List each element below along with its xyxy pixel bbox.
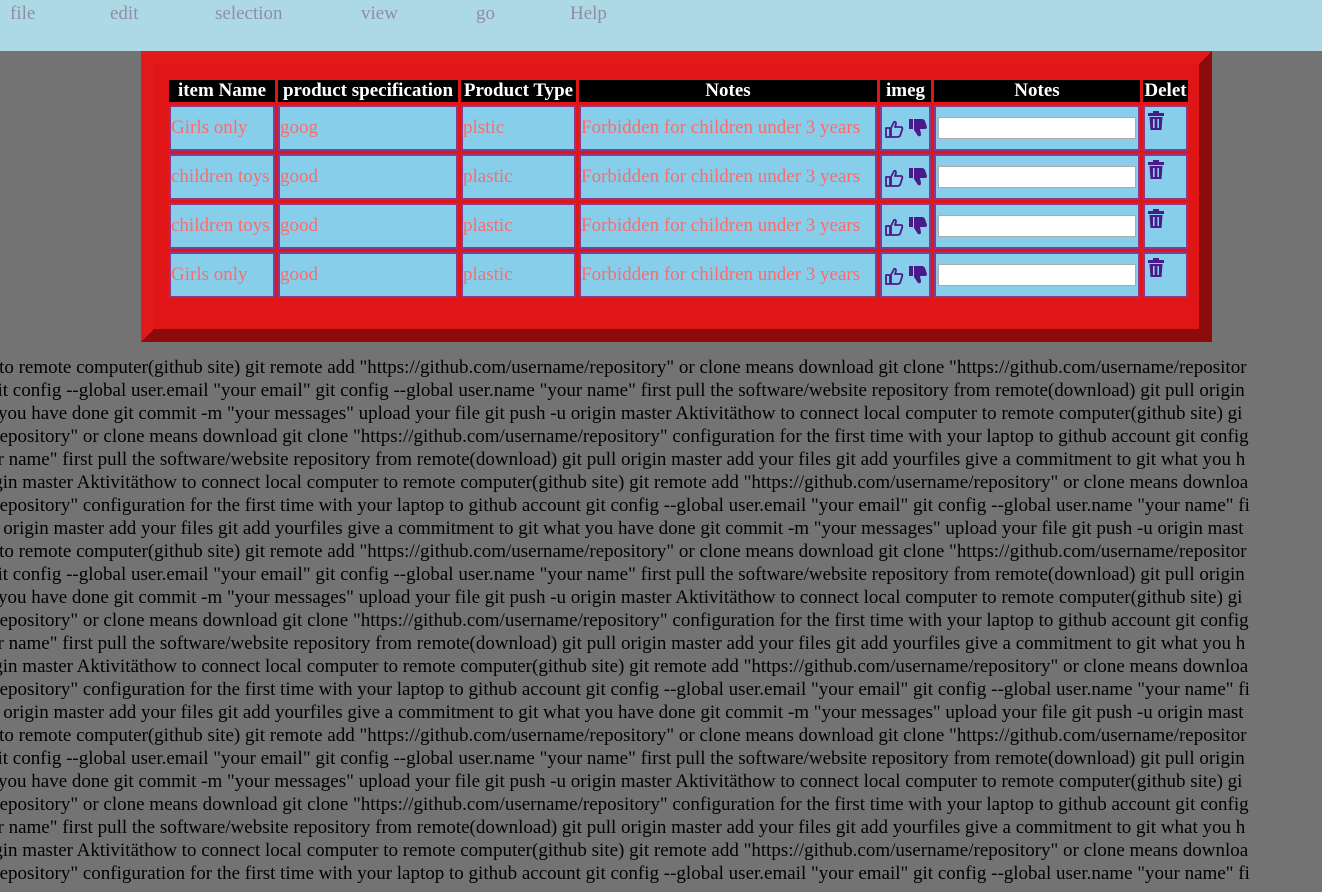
cell-product-specification: good — [278, 252, 458, 298]
body-text-line: /repository" or clone means download git… — [0, 610, 1249, 631]
body-text-line: r to remote computer(github site) git re… — [0, 357, 1247, 378]
body-text-line: r to remote computer(github site) git re… — [0, 541, 1247, 562]
body-text-line: ll origin master add your files git add … — [0, 702, 1244, 723]
product-table: item Name product specification Product … — [166, 77, 1191, 301]
body-text-line: ur name" first pull the software/website… — [0, 633, 1246, 654]
body-text-line: git config --global user.email "your ema… — [0, 380, 1245, 401]
thumbs-down-icon[interactable] — [907, 117, 929, 145]
notes-input[interactable] — [938, 117, 1136, 140]
cell-image — [880, 105, 931, 151]
cell-notes: Forbidden for children under 3 years — [579, 154, 877, 200]
cell-item-name: Girls only — [169, 252, 275, 298]
cell-product-type: plastic — [461, 203, 576, 249]
menu-edit[interactable]: edit — [110, 3, 139, 25]
cell-notes-input — [934, 154, 1140, 200]
cell-product-specification: good — [278, 203, 458, 249]
body-text-line: igin master Aktivitäthow to connect loca… — [0, 840, 1249, 861]
notes-input[interactable] — [938, 215, 1136, 238]
notes-input[interactable] — [938, 166, 1136, 189]
thumbs-up-icon[interactable] — [884, 119, 904, 145]
table-row: Girls only good plastic Forbidden for child… — [169, 252, 1188, 298]
cell-image — [880, 154, 931, 200]
cell-product-type: plstic — [461, 105, 576, 151]
trash-icon[interactable] — [1147, 160, 1165, 186]
cell-product-type: plastic — [461, 252, 576, 298]
header-item-name: item Name — [169, 80, 275, 102]
cell-notes: Forbidden for children under 3 years — [579, 203, 877, 249]
thumbs-down-icon[interactable] — [907, 264, 929, 292]
trash-icon[interactable] — [1147, 258, 1165, 284]
body-text-line: t you have done git commit -m "your mess… — [0, 771, 1243, 792]
body-text: r to remote computer(github site) git re… — [0, 356, 1322, 885]
cell-delete — [1143, 105, 1188, 151]
cell-product-specification: goog — [278, 105, 458, 151]
notes-input[interactable] — [938, 264, 1136, 287]
thumbs-down-icon[interactable] — [907, 215, 929, 243]
cell-item-name: children toys — [169, 154, 275, 200]
body-text-line: ur name" first pull the software/website… — [0, 817, 1246, 838]
menu-selection[interactable]: selection — [215, 3, 283, 25]
cell-product-specification: good — [278, 154, 458, 200]
table-row: children toys good plastic Forbidden for ch… — [169, 203, 1188, 249]
table-row: Girls only goog plstic Forbidden for childr… — [169, 105, 1188, 151]
table-row: children toys good plastic Forbidden for ch… — [169, 154, 1188, 200]
cell-notes: Forbidden for children under 3 years — [579, 105, 877, 151]
menu-help[interactable]: Help — [570, 3, 607, 25]
body-text-line: /repository" configuration for the first… — [0, 495, 1250, 516]
body-text-line: igin master Aktivitäthow to connect loca… — [0, 656, 1249, 677]
thumbs-up-icon[interactable] — [884, 266, 904, 292]
body-text-line: /repository" or clone means download git… — [0, 794, 1249, 815]
cell-delete — [1143, 203, 1188, 249]
cell-item-name: Girls only — [169, 105, 275, 151]
cell-notes-input — [934, 252, 1140, 298]
cell-notes-input — [934, 203, 1140, 249]
body-text-line: /repository" or clone means download git… — [0, 426, 1249, 447]
body-text-line: git config --global user.email "your ema… — [0, 564, 1245, 585]
body-text-line: r to remote computer(github site) git re… — [0, 725, 1247, 746]
body-text-line: /repository" configuration for the first… — [0, 863, 1250, 884]
body-text-line: t you have done git commit -m "your mess… — [0, 587, 1243, 608]
cell-notes: Forbidden for children under 3 years — [579, 252, 877, 298]
body-text-line: ur name" first pull the software/website… — [0, 449, 1246, 470]
body-text-line: igin master Aktivitäthow to connect loca… — [0, 472, 1249, 493]
product-table-frame: item Name product specification Product … — [141, 51, 1212, 342]
cell-image — [880, 203, 931, 249]
header-notes: Notes — [579, 80, 877, 102]
cell-image — [880, 252, 931, 298]
header-product-specification: product specification — [278, 80, 458, 102]
header-image: imeg — [880, 80, 931, 102]
header-delete: Delet — [1143, 80, 1188, 102]
table-header-row: item Name product specification Product … — [169, 80, 1188, 102]
body-text-line: git config --global user.email "your ema… — [0, 748, 1245, 769]
body-text-line: ll origin master add your files git add … — [0, 518, 1244, 539]
cell-delete — [1143, 154, 1188, 200]
thumbs-up-icon[interactable] — [884, 217, 904, 243]
header-notes-input: Notes — [934, 80, 1140, 102]
thumbs-down-icon[interactable] — [907, 166, 929, 194]
header-product-type: Product Type — [461, 80, 576, 102]
body-text-line: /repository" configuration for the first… — [0, 679, 1250, 700]
cell-item-name: children toys — [169, 203, 275, 249]
menu-view[interactable]: view — [361, 3, 398, 25]
thumbs-up-icon[interactable] — [884, 168, 904, 194]
trash-icon[interactable] — [1147, 209, 1165, 235]
cell-notes-input — [934, 105, 1140, 151]
cell-delete — [1143, 252, 1188, 298]
menu-bar: file edit selection view go Help — [0, 0, 1322, 51]
cell-product-type: plastic — [461, 154, 576, 200]
trash-icon[interactable] — [1147, 111, 1165, 137]
menu-file[interactable]: file — [10, 3, 35, 25]
body-text-line: t you have done git commit -m "your mess… — [0, 403, 1243, 424]
menu-go[interactable]: go — [476, 3, 495, 25]
